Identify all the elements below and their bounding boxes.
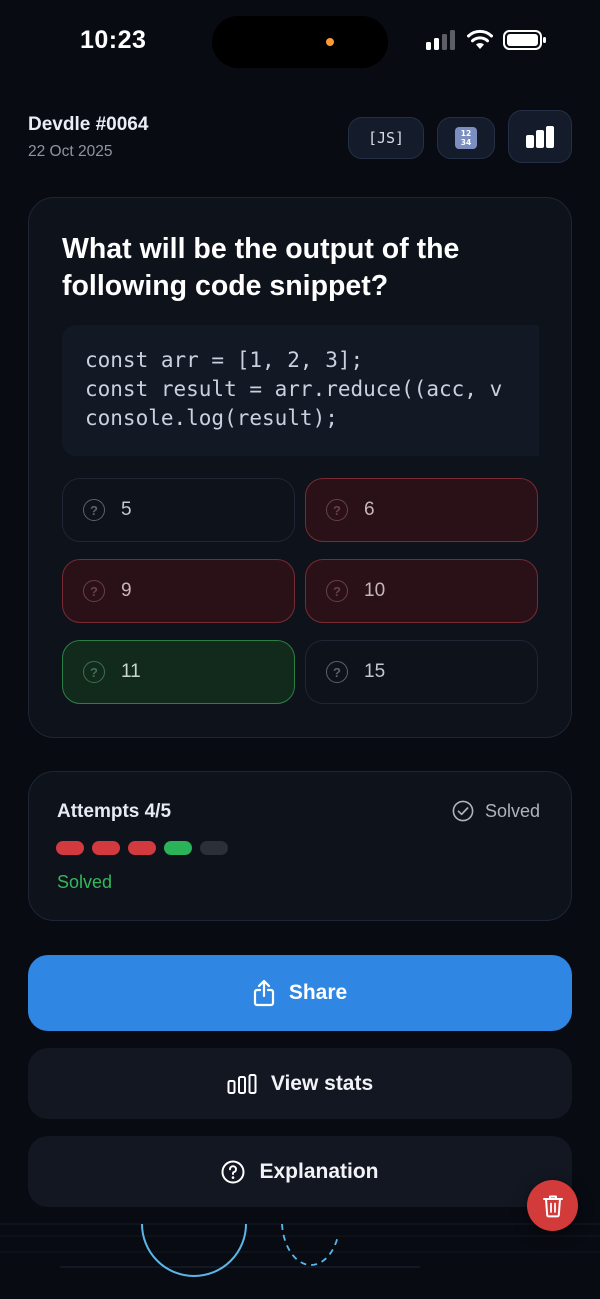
answer-option-6[interactable]: ? 6 [305, 478, 538, 542]
code-line: console.log(result); [85, 406, 338, 430]
battery-icon [503, 30, 546, 50]
answer-option-label: 9 [121, 580, 132, 601]
cellular-signal-icon [426, 30, 458, 50]
puzzle-date: 22 Oct 2025 [28, 143, 113, 160]
answer-option-9[interactable]: ? 9 [62, 559, 295, 623]
bar-chart-icon [227, 1073, 257, 1094]
question-circle-icon: ? [326, 661, 348, 683]
question-circle-icon: ? [83, 661, 105, 683]
dynamic-island [212, 16, 388, 68]
answer-option-label: 10 [364, 580, 386, 601]
question-circle-icon: ? [83, 580, 105, 602]
share-icon [253, 979, 274, 1007]
attempt-dot-wrong [56, 841, 84, 855]
privacy-indicator-dot [326, 38, 334, 46]
question-circle-icon: ? [326, 580, 348, 602]
answer-option-label: 5 [121, 499, 132, 520]
attempt-dot-unused [200, 841, 228, 855]
question-text: What will be the output of the following… [62, 233, 460, 302]
answer-option-15[interactable]: ? 15 [305, 640, 538, 704]
solved-status-label: Solved [485, 800, 541, 821]
attempt-dot-correct [164, 841, 192, 855]
explanation-label: Explanation [259, 1159, 379, 1183]
language-button[interactable]: [JS] [348, 117, 424, 159]
answer-option-label: 15 [364, 661, 386, 682]
check-circle-icon [452, 800, 474, 822]
attempt-dots [56, 841, 236, 855]
code-snippet[interactable]: const arr = [1, 2, 3]; const result = ar… [62, 325, 539, 456]
result-text: Solved [57, 872, 113, 892]
help-circle-icon [221, 1160, 245, 1183]
answer-option-10[interactable]: ? 10 [305, 559, 538, 623]
background-decoration [0, 1223, 600, 1277]
stats-button[interactable] [508, 110, 572, 163]
bar-chart-icon [526, 125, 554, 148]
attempt-dot-wrong [128, 841, 156, 855]
delete-button[interactable] [527, 1180, 578, 1231]
puzzle-title: Devdle #0064 [28, 114, 149, 135]
answer-option-11[interactable]: ? 11 [62, 640, 295, 704]
question-circle-icon: ? [326, 499, 348, 521]
status-time: 10:23 [80, 26, 147, 54]
trash-icon [542, 1195, 563, 1217]
share-button-label: Share [288, 981, 348, 1004]
numbers-button[interactable]: 12 34 [437, 117, 495, 159]
code-line: const arr = [1, 2, 3]; [85, 348, 364, 372]
share-button[interactable]: Share [28, 955, 572, 1031]
code-line: const result = arr.reduce((acc, v [85, 377, 503, 401]
solved-status: Solved [452, 800, 540, 822]
input-numbers-icon: 12 34 [455, 127, 477, 149]
explanation-button[interactable]: Explanation [28, 1136, 572, 1207]
view-stats-button[interactable]: View stats [28, 1048, 572, 1119]
answer-option-label: 6 [364, 499, 375, 520]
attempts-label: Attempts 4/5 [57, 801, 172, 822]
question-circle-icon: ? [83, 499, 105, 521]
answer-option-label: 11 [121, 661, 141, 682]
view-stats-label: View stats [270, 1071, 374, 1095]
wifi-icon [467, 29, 493, 49]
attempt-dot-wrong [92, 841, 120, 855]
answer-option-5[interactable]: ? 5 [62, 478, 295, 542]
